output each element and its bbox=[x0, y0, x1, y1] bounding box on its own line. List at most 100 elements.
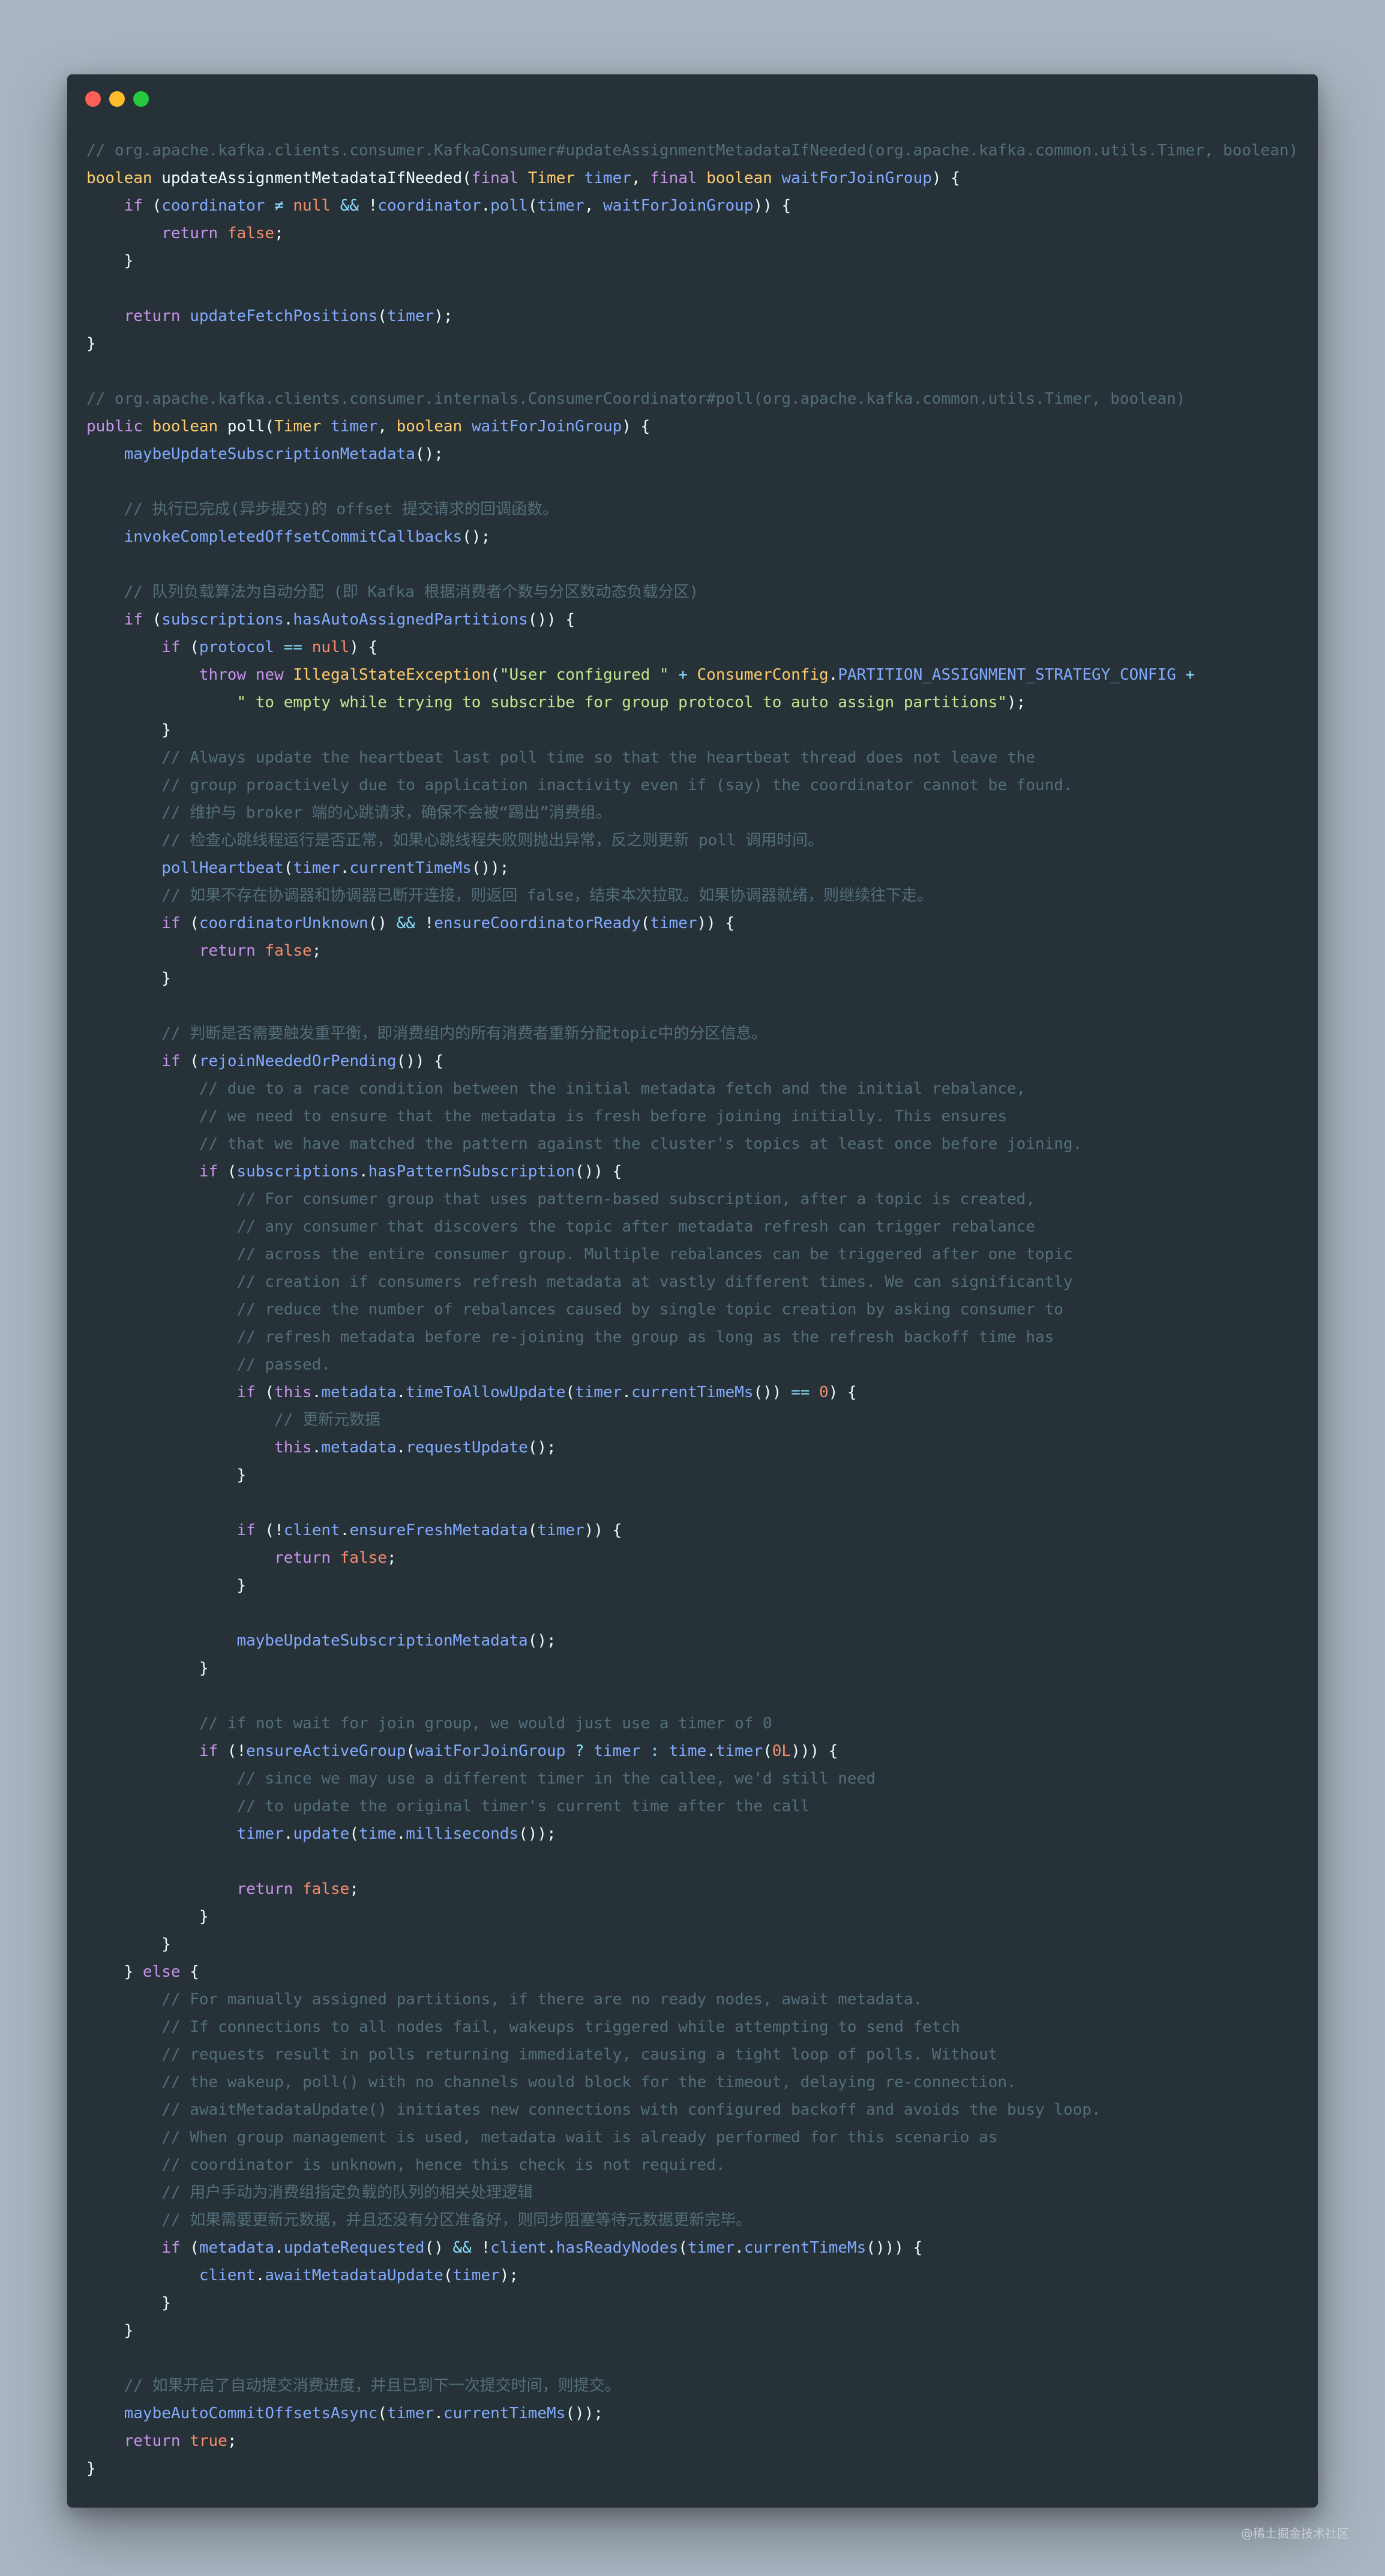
code-token-string: "User configured " bbox=[499, 666, 669, 684]
code-token-text: (! bbox=[218, 1742, 247, 1760]
code-token-keyword: if bbox=[161, 1052, 181, 1070]
code-line: // 执行已完成(异步提交)的 offset 提交请求的回调函数。 bbox=[86, 496, 1306, 523]
code-line: } bbox=[86, 1655, 1306, 1682]
code-token-keyword: else bbox=[142, 1963, 181, 1981]
code-token-text: . bbox=[255, 2266, 265, 2284]
code-token-keyword: if bbox=[124, 197, 143, 215]
code-line: // due to a race condition between the i… bbox=[86, 1075, 1306, 1103]
code-token-text: } bbox=[86, 252, 134, 270]
code-token-field: subscriptions bbox=[236, 1163, 359, 1181]
code-token-keyword: if bbox=[161, 914, 181, 932]
code-token-text: ); bbox=[434, 307, 453, 325]
code-token-comment: // requests result in polls returning im… bbox=[161, 2046, 998, 2064]
maximize-dot[interactable] bbox=[133, 91, 149, 107]
code-line: return true; bbox=[86, 2427, 1306, 2455]
code-token-literal: 0 bbox=[819, 1383, 829, 1401]
code-token-text: ( bbox=[377, 2404, 387, 2422]
code-token-text: ; bbox=[227, 2432, 237, 2450]
code-line: // we need to ensure that the metadata i… bbox=[86, 1103, 1306, 1130]
code-token-parameter: timer bbox=[537, 197, 584, 215]
code-token-comment: // to update the original timer's curren… bbox=[236, 1797, 810, 1815]
code-token-field: client bbox=[283, 1521, 340, 1539]
code-line: // awaitMetadataUpdate() initiates new c… bbox=[86, 2096, 1306, 2124]
code-token-method: poll bbox=[490, 197, 528, 215]
code-token-text: (! bbox=[255, 1521, 284, 1539]
code-token-keyword: if bbox=[161, 2239, 181, 2257]
watermark: @稀土掘金技术社区 bbox=[1241, 2526, 1349, 2541]
code-line: // requests result in polls returning im… bbox=[86, 2041, 1306, 2068]
code-token-keyword: return bbox=[274, 1549, 331, 1567]
code-token-text: ); bbox=[1007, 693, 1026, 711]
code-line: // across the entire consumer group. Mul… bbox=[86, 1241, 1306, 1268]
code-token-parameter: timer bbox=[386, 307, 434, 325]
code-line: // passed. bbox=[86, 1351, 1306, 1379]
code-token-comment: // 判断是否需要触发重平衡，即消费组内的所有消费者重新分配topic中的分区信… bbox=[161, 1025, 768, 1043]
code-line: // any consumer that discovers the topic… bbox=[86, 1213, 1306, 1241]
code-token-text: ) { bbox=[931, 169, 960, 187]
minimize-dot[interactable] bbox=[109, 91, 125, 107]
code-token-field: coordinator bbox=[161, 197, 265, 215]
code-token-parameter: waitForJoinGroup bbox=[781, 169, 932, 187]
code-token-text: , bbox=[584, 197, 604, 215]
code-token-text: ) { bbox=[622, 418, 650, 436]
code-token-keyword: if bbox=[161, 638, 181, 656]
code-token-type: boolean bbox=[86, 169, 152, 187]
code-token-field: coordinator bbox=[377, 197, 481, 215]
code-token-text: . bbox=[481, 197, 491, 215]
code-line: " to empty while trying to subscribe for… bbox=[86, 689, 1306, 716]
code-token-keyword: if bbox=[199, 1742, 218, 1760]
code-line: if (this.metadata.timeToAllowUpdate(time… bbox=[86, 1379, 1306, 1406]
code-token-text: (); bbox=[462, 528, 491, 546]
code-token-field: metadata bbox=[321, 1439, 397, 1457]
code-token-text: . bbox=[396, 1439, 406, 1457]
code-token-parameter: waitForJoinGroup bbox=[603, 197, 754, 215]
code-token-literal: null bbox=[311, 638, 350, 656]
code-line: // 如果开启了自动提交消费进度，并且已到下一次提交时间，则提交。 bbox=[86, 2372, 1306, 2400]
code-token-method: hasPatternSubscription bbox=[368, 1163, 575, 1181]
code-line: // if not wait for join group, we would … bbox=[86, 1710, 1306, 1737]
code-token-text: ; bbox=[274, 224, 284, 242]
code-token-keyword: new bbox=[255, 666, 284, 684]
code-token-literal: false bbox=[302, 1880, 350, 1898]
code-token-comment: // 执行已完成(异步提交)的 offset 提交请求的回调函数。 bbox=[124, 500, 559, 518]
code-line: boolean updateAssignmentMetadataIfNeeded… bbox=[86, 164, 1306, 192]
code-token-method: ensureActiveGroup bbox=[246, 1742, 406, 1760]
code-line: // reduce the number of rebalances cause… bbox=[86, 1296, 1306, 1323]
code-token-text: } bbox=[86, 1659, 209, 1677]
code-token-text: . bbox=[735, 2239, 744, 2257]
code-line: // 判断是否需要触发重平衡，即消费组内的所有消费者重新分配topic中的分区信… bbox=[86, 1020, 1306, 1047]
code-token-text: } bbox=[86, 2294, 171, 2312]
code-token-text: (); bbox=[527, 1439, 556, 1457]
code-token-method: maybeUpdateSubscriptionMetadata bbox=[124, 445, 415, 463]
code-token-operator: && bbox=[396, 914, 415, 932]
code-token-comment: // 如果不存在协调器和协调器已断开连接，则返回 false，结束本次拉取。如果… bbox=[161, 887, 933, 905]
code-line: // 维护与 broker 端的心跳请求，确保不会被“踢出”消费组。 bbox=[86, 799, 1306, 827]
code-token-text: } bbox=[86, 1577, 247, 1595]
close-dot[interactable] bbox=[85, 91, 101, 107]
